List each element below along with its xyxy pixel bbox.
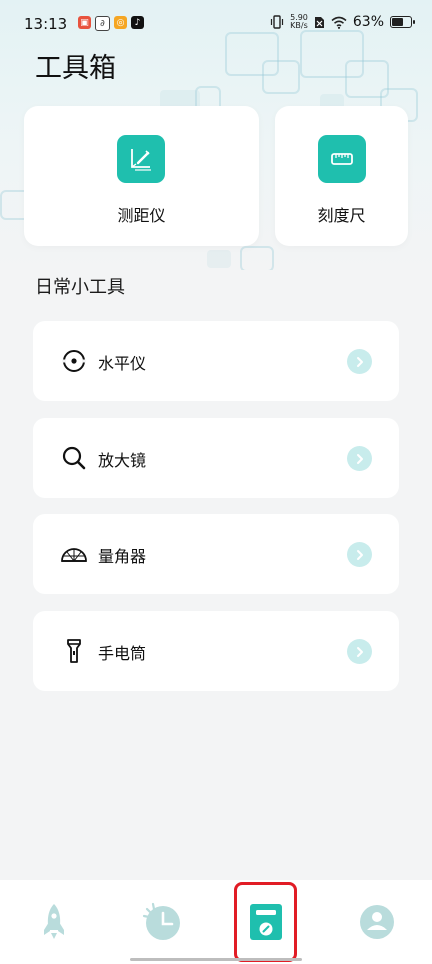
tool-item-protractor[interactable]: 量角器	[33, 514, 399, 594]
selected-nav-highlight	[234, 882, 297, 962]
wifi-icon	[331, 16, 347, 29]
sim-off-icon	[314, 16, 324, 28]
notification-app-icon: ∂	[95, 16, 110, 31]
chevron-right-icon	[347, 542, 372, 567]
chevron-right-icon	[347, 349, 372, 374]
nav-item-profile[interactable]	[355, 900, 399, 944]
level-icon	[60, 347, 88, 375]
chevron-right-icon	[347, 639, 372, 664]
bottom-nav	[0, 880, 432, 964]
vibrate-icon	[270, 15, 284, 29]
page-title: 工具箱	[35, 53, 116, 84]
tool-item-flashlight[interactable]: 手电筒	[33, 611, 399, 691]
tool-label-flashlight: 手电筒	[98, 644, 147, 663]
feature-label-rangefinder: 测距仪	[117, 206, 166, 225]
flashlight-icon	[60, 637, 88, 665]
status-bar: 13:13 ▣ ∂ ◎ ♪ 5.90 KB/s 63%	[0, 0, 432, 50]
tool-item-magnifier[interactable]: 放大镜	[33, 418, 399, 498]
battery-icon	[390, 16, 415, 28]
network-speed: 5.90 KB/s	[290, 14, 308, 30]
clock-icon	[142, 902, 180, 940]
protractor-icon	[60, 540, 88, 568]
nav-item-history[interactable]	[140, 900, 184, 944]
scale-ruler-icon	[318, 135, 366, 183]
weibo-icon: ◎	[114, 16, 127, 29]
tiktok-icon: ♪	[131, 16, 144, 29]
rocket-icon	[44, 904, 64, 939]
notification-app-icon: ▣	[78, 16, 91, 29]
feature-label-scale-ruler: 刻度尺	[317, 206, 366, 225]
tool-label-magnifier: 放大镜	[98, 451, 147, 470]
tool-item-level[interactable]: 水平仪	[33, 321, 399, 401]
section-title: 日常小工具	[35, 277, 125, 298]
nav-item-launch[interactable]	[32, 900, 76, 944]
battery-percent: 63%	[352, 14, 384, 30]
feature-card-scale-ruler[interactable]: 刻度尺	[275, 106, 408, 246]
feature-card-rangefinder[interactable]: 测距仪	[24, 106, 259, 246]
tool-label-level: 水平仪	[98, 354, 147, 373]
tool-label-protractor: 量角器	[98, 547, 147, 566]
chevron-right-icon	[347, 446, 372, 471]
home-indicator	[130, 958, 302, 961]
status-time: 13:13	[24, 15, 68, 33]
ruler-measure-icon	[117, 135, 165, 183]
magnifier-icon	[60, 444, 88, 472]
notification-icons: ▣ ∂ ◎ ♪	[78, 16, 144, 31]
profile-icon	[360, 905, 394, 939]
network-speed-unit: KB/s	[290, 21, 308, 30]
